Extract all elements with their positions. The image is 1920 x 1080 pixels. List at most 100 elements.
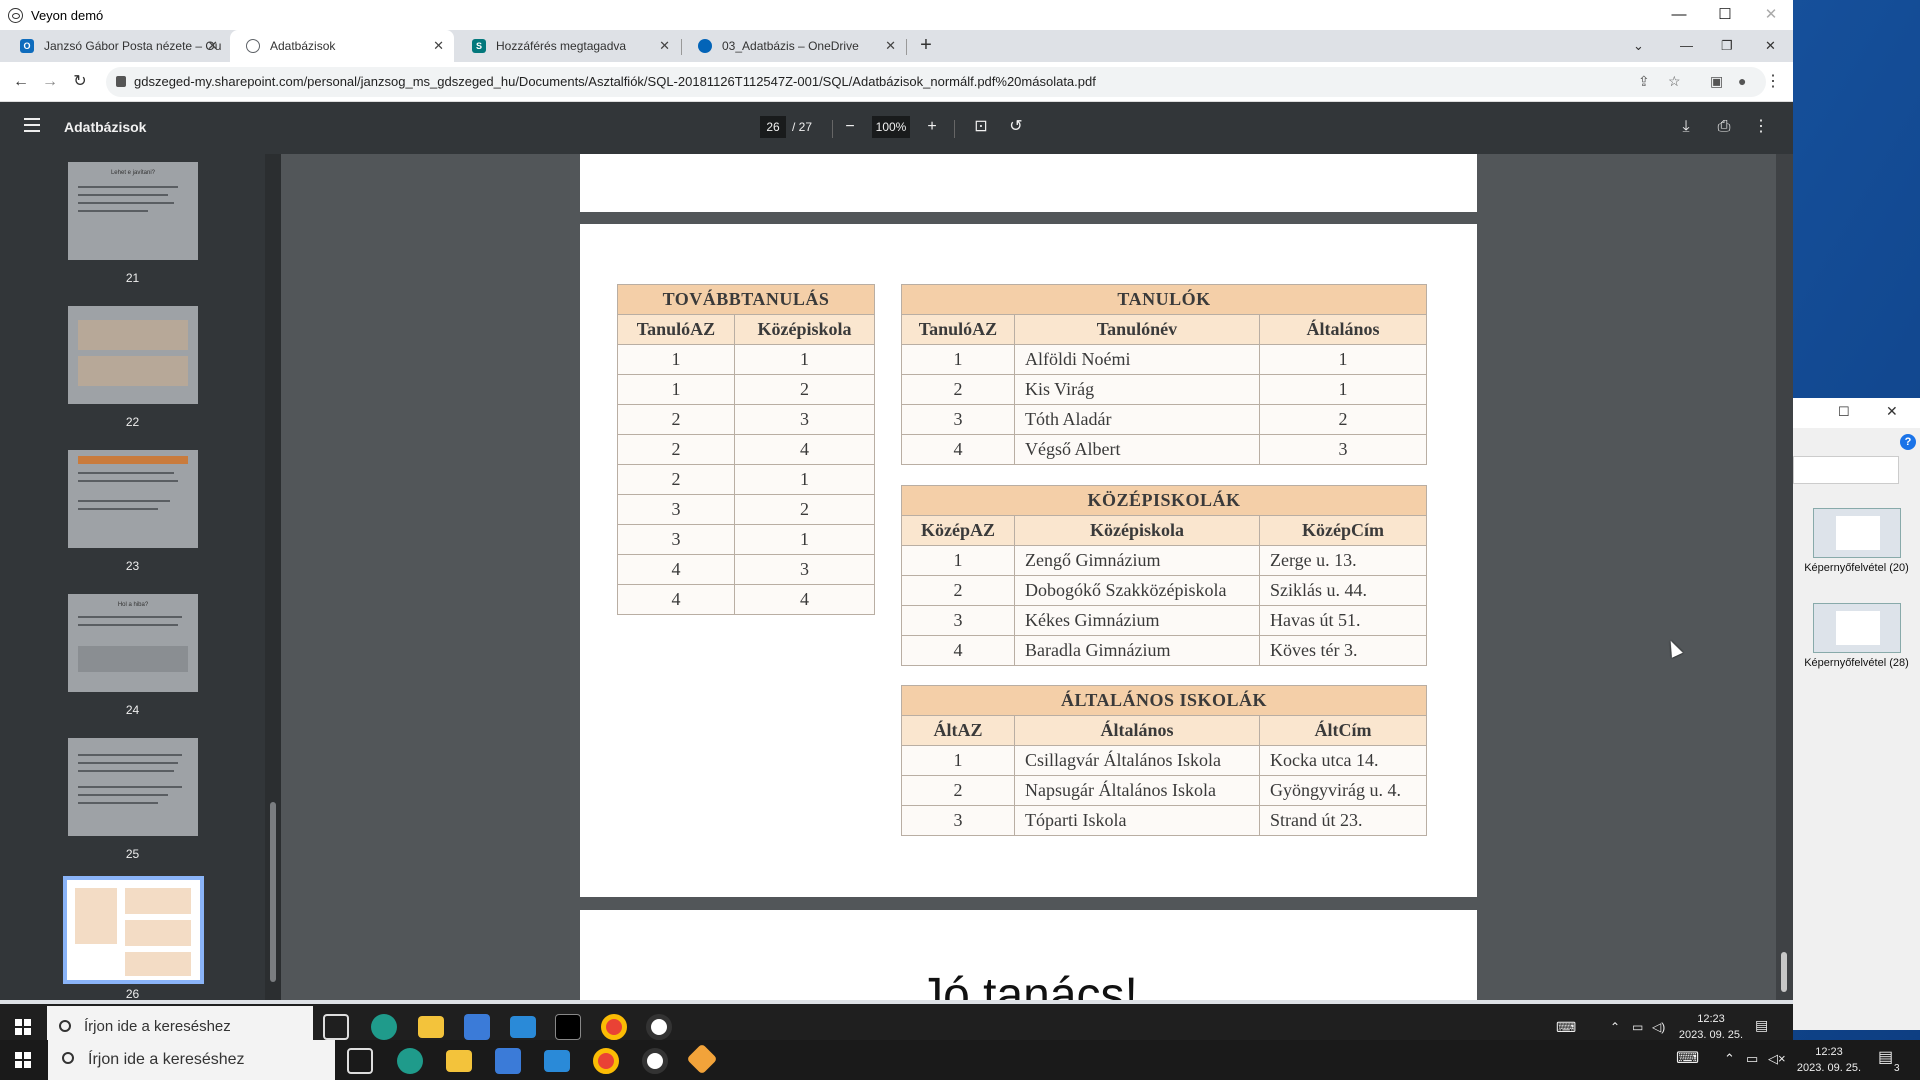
veyon-icon[interactable] <box>642 1048 668 1074</box>
mail-icon[interactable] <box>510 1016 536 1038</box>
pdf-title: Adatbázisok <box>64 119 147 135</box>
thumb-page-number: 25 <box>125 847 140 861</box>
maximize-icon[interactable]: ☐ <box>1702 0 1748 30</box>
thumbnail-sidebar: Lehet e javítani? 21 22 23 Hol a hiba? 2… <box>0 154 265 1000</box>
chrome-icon[interactable] <box>601 1014 627 1040</box>
veyon-demo-window: Veyon demó — ☐ ✕ O Janzsó Gábor Posta né… <box>0 0 1793 1080</box>
more-options-icon[interactable]: ⋮ <box>1749 115 1773 139</box>
page-thumbnail-selected[interactable] <box>63 876 204 984</box>
url-bar[interactable]: gdszeged-my.sharepoint.com/personal/janz… <box>106 67 1766 97</box>
task-view-icon[interactable] <box>323 1014 349 1040</box>
thumb-page-number: 23 <box>125 559 140 573</box>
file-explorer-icon[interactable] <box>418 1016 444 1038</box>
page-thumbnail[interactable] <box>68 306 198 404</box>
browser-menu-icon[interactable]: ⋮ <box>1761 71 1785 93</box>
edge-icon[interactable] <box>371 1014 397 1040</box>
rotate-icon[interactable]: ↺ <box>1004 115 1028 139</box>
volume-icon[interactable]: ◁× <box>1768 1052 1786 1066</box>
chrome-icon[interactable] <box>593 1048 619 1074</box>
git-icon[interactable] <box>686 1043 718 1075</box>
sidebar-scrollbar[interactable] <box>265 154 281 1000</box>
windows-start-icon[interactable] <box>15 1052 31 1068</box>
minimize-icon[interactable]: — <box>1656 0 1702 30</box>
download-icon[interactable]: ⤓ <box>1674 115 1698 139</box>
file-item[interactable]: Képernyőfelvétel (20) <box>1793 508 1920 574</box>
taskbar-search-box[interactable]: Írjon ide a kereséshez <box>48 1040 335 1080</box>
notification-icon[interactable]: ▤ <box>1755 1018 1768 1032</box>
keyboard-icon[interactable]: ⌨ <box>1556 1020 1576 1034</box>
edge-icon[interactable] <box>397 1048 423 1074</box>
print-icon[interactable]: ⎙ <box>1712 115 1736 139</box>
tab-close-icon[interactable]: ✕ <box>885 30 896 62</box>
viewer-scrollbar[interactable] <box>1776 154 1793 1000</box>
fit-page-icon[interactable]: ⊡ <box>969 115 993 139</box>
tab-outlook[interactable]: O Janzsó Gábor Posta nézete – Ou ✕ <box>4 30 228 62</box>
tab-close-icon[interactable]: ✕ <box>207 30 218 62</box>
network-icon[interactable]: ▭ <box>1632 1020 1643 1034</box>
terminal-icon[interactable] <box>555 1014 581 1040</box>
store-icon[interactable] <box>464 1014 490 1040</box>
page-thumbnail[interactable] <box>68 450 198 548</box>
file-explorer-icon[interactable] <box>446 1050 472 1072</box>
keyboard-icon[interactable]: ⌨ <box>1676 1051 1699 1067</box>
thumb-line <box>78 456 188 464</box>
tab-close-icon[interactable]: ✕ <box>433 30 444 62</box>
screenshot-thumbnail <box>1812 508 1901 558</box>
page-thumbnail[interactable] <box>68 738 198 836</box>
windows-start-icon[interactable] <box>15 1019 31 1035</box>
hamburger-menu-icon[interactable] <box>24 118 40 132</box>
cell: 2 <box>901 575 1015 606</box>
cell: 3 <box>901 605 1015 636</box>
close-icon[interactable]: ✕ <box>1748 0 1794 30</box>
scroll-thumb[interactable] <box>270 802 276 982</box>
back-icon[interactable]: ← <box>9 71 33 93</box>
cell: 4 <box>617 554 735 585</box>
tab-hozzaferes[interactable]: S Hozzáférés megtagadva ✕ <box>456 30 680 62</box>
clock-time[interactable]: 12:23 <box>1676 1012 1746 1026</box>
tab-adatbazisok[interactable]: Adatbázisok ✕ <box>230 30 454 62</box>
volume-icon[interactable]: ◁) <box>1652 1020 1665 1034</box>
veyon-icon[interactable] <box>646 1014 672 1040</box>
browser-close-icon[interactable]: ✕ <box>1765 30 1776 62</box>
browser-minimize-icon[interactable]: — <box>1680 30 1693 62</box>
tab-search-icon[interactable]: ⌄ <box>1633 30 1644 62</box>
bookmark-star-icon[interactable]: ☆ <box>1668 73 1681 90</box>
thumb-line <box>78 186 178 188</box>
zoom-out-icon[interactable]: − <box>838 115 862 139</box>
forward-icon[interactable]: → <box>38 71 62 93</box>
explorer-search-box[interactable] <box>1793 456 1899 484</box>
mail-icon[interactable] <box>544 1050 570 1072</box>
clock-time[interactable]: 12:23 <box>1793 1045 1865 1059</box>
network-icon[interactable]: ▭ <box>1746 1052 1758 1066</box>
task-view-icon[interactable] <box>347 1048 373 1074</box>
page-number-input[interactable]: 26 <box>760 116 786 138</box>
thumb-line <box>78 754 182 756</box>
page-thumbnail[interactable]: Hol a hiba? <box>68 594 198 692</box>
tray-chevron-icon[interactable]: ⌃ <box>1724 1052 1735 1066</box>
help-icon[interactable]: ? <box>1900 434 1916 450</box>
table-row: 31 <box>617 524 876 555</box>
profile-icon[interactable]: ● <box>1738 73 1746 89</box>
column-header: TanulóAZ <box>901 314 1015 345</box>
share-icon[interactable]: ⇪ <box>1638 73 1650 90</box>
tab-close-icon[interactable]: ✕ <box>659 30 670 62</box>
cell: 1 <box>901 545 1015 576</box>
tab-onedrive[interactable]: 03_Adatbázis – OneDrive ✕ <box>682 30 906 62</box>
notification-icon[interactable]: ▤ <box>1878 1050 1893 1066</box>
zoom-in-icon[interactable]: + <box>920 115 944 139</box>
new-tab-button[interactable]: + <box>913 33 939 59</box>
close-icon[interactable]: ✕ <box>1886 403 1898 420</box>
file-item[interactable]: Képernyőfelvétel (28) <box>1793 603 1920 669</box>
cell: 4 <box>733 434 876 465</box>
table-row: 1 Alföldi Noémi 1 <box>901 344 1427 375</box>
side-panel-icon[interactable]: ▣ <box>1710 73 1723 90</box>
reload-icon[interactable]: ↻ <box>68 71 92 93</box>
tray-chevron-icon[interactable]: ⌃ <box>1610 1020 1620 1034</box>
page-thumbnail[interactable]: Lehet e javítani? <box>68 162 198 260</box>
maximize-icon[interactable]: ☐ <box>1838 404 1850 420</box>
store-icon[interactable] <box>495 1048 521 1074</box>
scroll-thumb[interactable] <box>1781 952 1787 992</box>
zoom-input[interactable]: 100% <box>872 116 910 138</box>
clock-date[interactable]: 2023. 09. 25. <box>1793 1061 1865 1075</box>
browser-restore-icon[interactable]: ❐ <box>1721 30 1733 62</box>
